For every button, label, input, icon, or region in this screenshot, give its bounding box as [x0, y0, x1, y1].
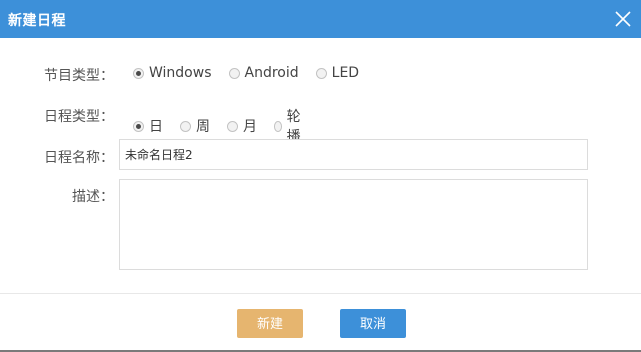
radio-button-day[interactable] — [133, 120, 144, 132]
radio-option-week[interactable]: 周 — [180, 116, 210, 136]
schedule-name-input[interactable] — [119, 139, 588, 170]
schedule-type-label: 日程类型： — [44, 109, 114, 125]
radio-button-month[interactable] — [227, 120, 238, 132]
radio-button-windows[interactable] — [133, 67, 144, 79]
create-button[interactable]: 新建 — [237, 309, 303, 338]
dialog-title: 新建日程 — [8, 13, 66, 29]
description-label: 描述： — [72, 189, 114, 205]
radio-option-day[interactable]: 日 — [133, 116, 163, 136]
close-icon[interactable] — [613, 9, 633, 29]
radio-label-week: 周 — [196, 119, 210, 135]
radio-label-led: LED — [331, 65, 360, 81]
program-type-radio-group: Windows Android LED — [133, 65, 376, 81]
radio-button-week[interactable] — [180, 120, 191, 132]
new-schedule-dialog: 新建日程 节目类型： Windows Android LED 日程类型： 日 周… — [0, 0, 641, 352]
radio-label-month: 月 — [243, 119, 257, 135]
radio-button-android[interactable] — [228, 67, 240, 79]
dialog-titlebar: 新建日程 — [0, 0, 641, 38]
radio-option-led[interactable]: LED — [315, 65, 360, 81]
program-type-label: 节目类型： — [44, 68, 114, 84]
schedule-name-label: 日程名称： — [44, 150, 114, 166]
cancel-button[interactable]: 取消 — [340, 309, 406, 338]
radio-option-android[interactable]: Android — [228, 65, 299, 81]
footer-divider — [0, 293, 641, 294]
radio-label-android: Android — [244, 65, 299, 81]
radio-option-month[interactable]: 月 — [227, 116, 257, 136]
radio-option-windows[interactable]: Windows — [133, 65, 212, 81]
radio-label-day: 日 — [149, 119, 163, 135]
description-textarea[interactable] — [119, 179, 588, 270]
radio-button-carousel[interactable] — [274, 120, 282, 132]
radio-label-windows: Windows — [149, 65, 212, 81]
radio-button-led[interactable] — [315, 67, 327, 79]
